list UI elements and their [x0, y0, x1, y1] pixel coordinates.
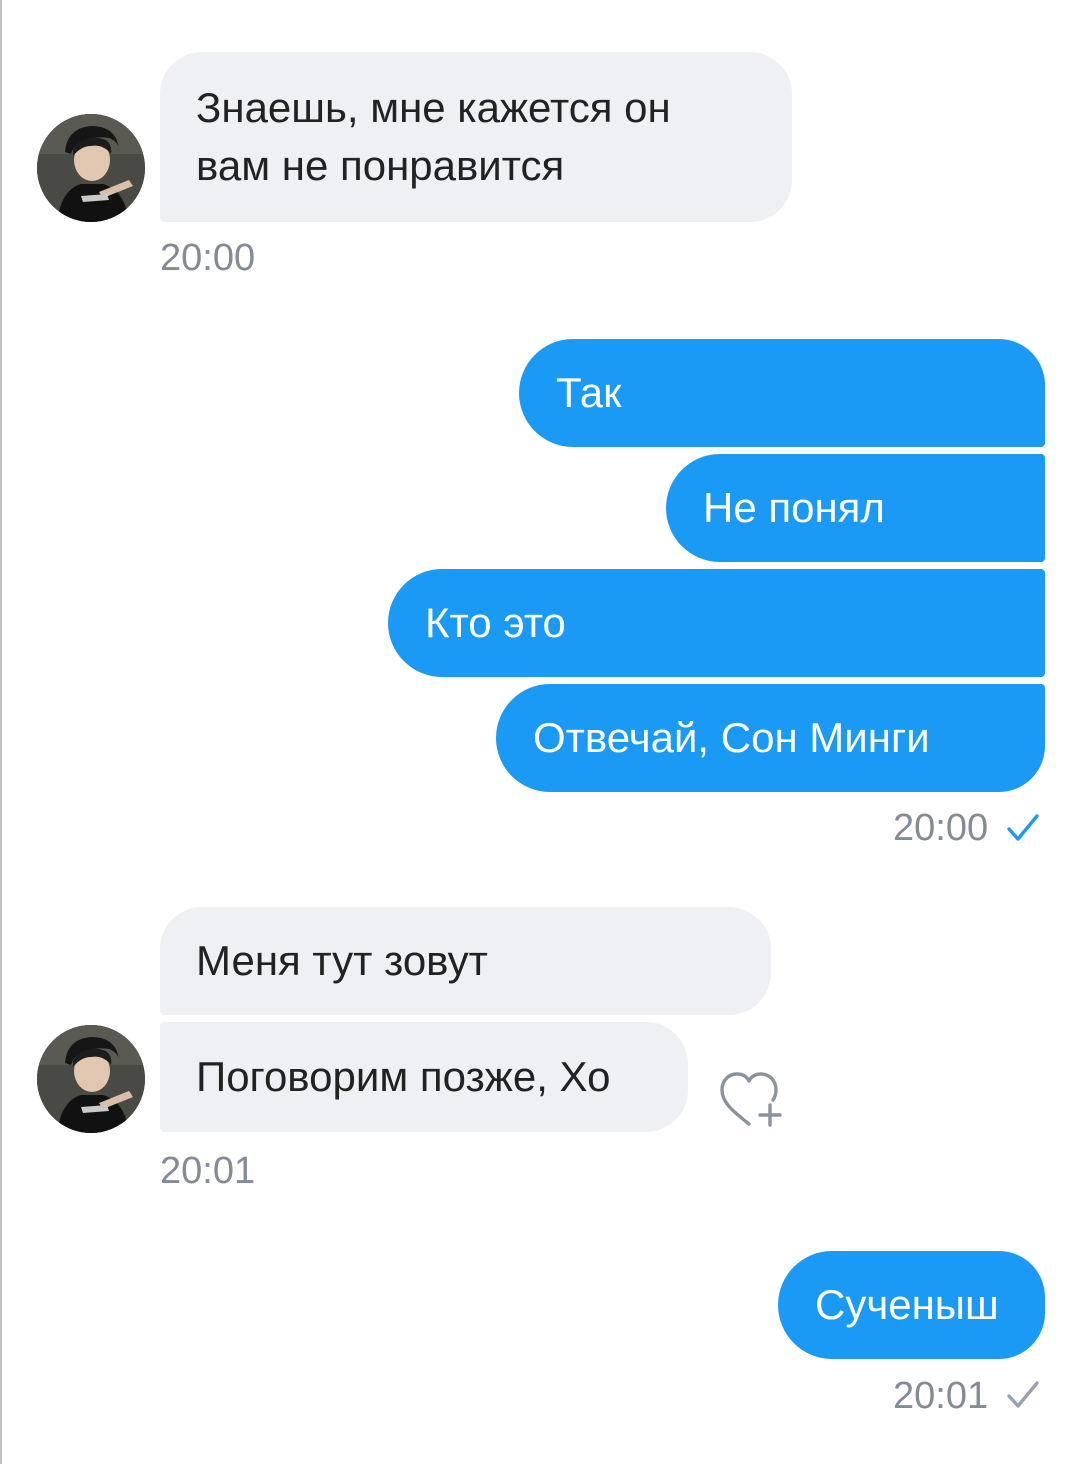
check-read-icon [1007, 814, 1039, 841]
message-timestamp: 20:01 [160, 1150, 256, 1192]
message-text: Не понял [703, 484, 885, 531]
outgoing-message[interactable]: Сученыш [778, 1251, 1045, 1359]
message-text: Меня тут зовут [196, 937, 488, 984]
message-text: Поговорим позже, Хо [196, 1053, 611, 1100]
message-timestamp: 20:00 [160, 237, 256, 279]
incoming-message[interactable]: Знаешь, мне кажется он вам не понравится [160, 52, 792, 222]
contact-avatar[interactable] [37, 114, 145, 222]
message-text: Кто это [425, 599, 566, 646]
incoming-message[interactable]: Меня тут зовут [160, 907, 771, 1015]
message-text: Так [556, 369, 622, 416]
message-text: Отвечай, Сон Минги [533, 714, 930, 761]
avatar-photo [37, 114, 145, 222]
outgoing-message[interactable]: Отвечай, Сон Минги [496, 684, 1045, 792]
message-text: Сученыш [815, 1281, 999, 1328]
check-sent-icon [1007, 1381, 1039, 1408]
message-timestamp: 20:01 [893, 1375, 989, 1417]
contact-avatar[interactable] [37, 1025, 145, 1133]
message-text-line: Знаешь, мне кажется он [196, 84, 671, 131]
heart-add-icon[interactable] [716, 1068, 786, 1130]
outgoing-message[interactable]: Не понял [666, 454, 1045, 562]
incoming-message[interactable]: Поговорим позже, Хо [160, 1022, 688, 1132]
avatar-photo [37, 1025, 145, 1133]
screen-edge [0, 0, 2, 1464]
outgoing-message[interactable]: Так [519, 339, 1045, 447]
outgoing-message[interactable]: Кто это [388, 569, 1045, 677]
message-text-line: вам не понравится [196, 142, 565, 189]
message-timestamp: 20:00 [893, 807, 989, 849]
